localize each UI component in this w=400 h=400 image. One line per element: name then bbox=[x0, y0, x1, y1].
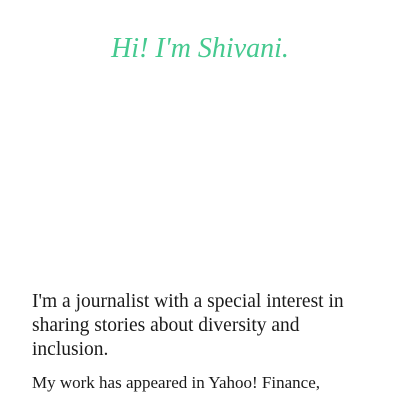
page: Hi! I'm Shivani. I'm a journalist with a… bbox=[0, 0, 400, 400]
bio-paragraph: I'm a journalist with a special interest… bbox=[32, 291, 344, 360]
work-paragraph: My work has appeared in Yahoo! Finance, bbox=[32, 373, 320, 392]
page-title: Hi! I'm Shivani. bbox=[111, 33, 289, 64]
